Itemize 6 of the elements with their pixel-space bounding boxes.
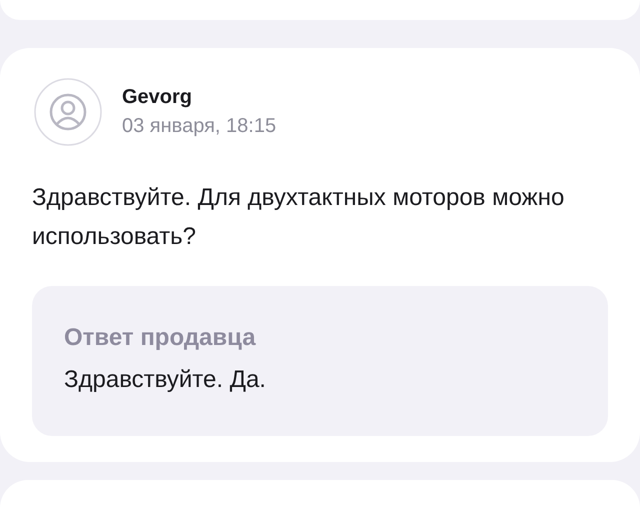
user-avatar-icon: [34, 78, 102, 146]
question-text: Здравствуйте. Для двухтактных моторов можно использовать?: [32, 183, 566, 252]
answer-label: Ответ продавца: [64, 324, 257, 352]
author-name: Gevorg: [122, 86, 194, 109]
answer-text: Здравствуйте. Да.: [64, 366, 267, 394]
review-date: 03 января, 18:15: [122, 115, 276, 138]
